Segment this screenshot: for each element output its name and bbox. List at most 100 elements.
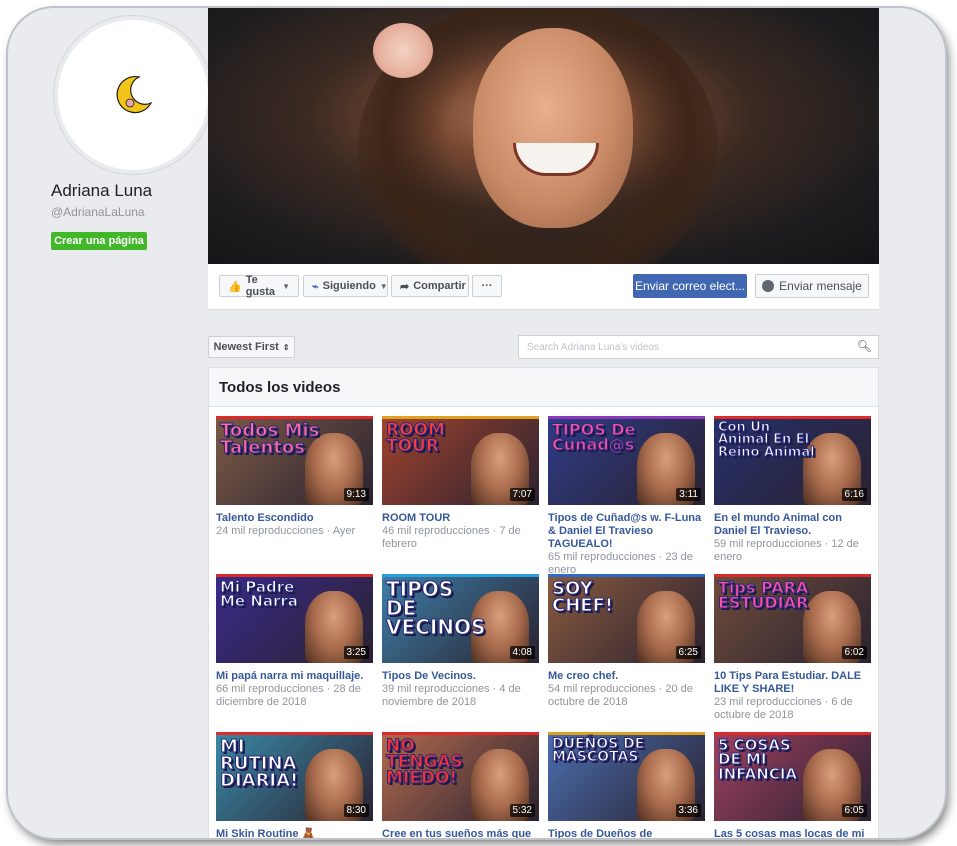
moon-logo-icon [116,75,153,114]
video-duration: 9:13 [343,488,369,501]
video-card[interactable]: TIPOS DE VECINOS 4:08 Tipos De Vecinos. 39 … [382,574,539,709]
video-title[interactable]: Tipos De Vecinos. [382,670,539,683]
search-icon[interactable]: 🔍︎ [857,339,872,353]
video-title[interactable]: Mi papá narra mi maquillaje. [216,670,373,683]
thumbnail-accent-bar [382,416,539,419]
caret-down-icon: ▼ [282,281,290,291]
thumbnail-accent-bar [216,574,373,577]
sort-label: Newest First [213,341,279,353]
video-title[interactable]: Talento Escondido [216,512,373,525]
share-button[interactable]: ➦ Compartir [391,275,469,297]
messenger-icon [762,280,775,292]
video-thumbnail[interactable]: TIPOS De Cuñad@s 3:11 [548,416,705,505]
video-title[interactable]: Tipos de Cuñad@s w. F-Luna & Daniel El T… [548,512,705,551]
like-label: Te gusta [245,274,276,298]
thumbnail-accent-bar [216,732,373,735]
thumbnail-accent-bar [714,732,871,735]
video-thumbnail[interactable]: ROOM TOUR 7:07 [382,416,539,505]
video-duration: 3:11 [676,488,701,501]
video-meta: 59 mil reproducciones · 12 de enero [714,538,859,563]
video-title[interactable]: En el mundo Animal con Daniel El Travies… [714,512,871,538]
video-duration: 3:36 [675,804,701,817]
video-card[interactable]: NO TENGAS MIEDO! 5:32 Cree en tus sueños m… [382,732,539,838]
thumbnail-accent-bar [548,416,705,419]
thumbnail-text: Tips PARA ESTUDIAR [718,578,809,613]
video-search-box[interactable]: 🔍︎ [518,335,879,359]
like-button[interactable]: 👍 Te gusta ▼ [219,274,299,298]
profile-avatar[interactable] [54,16,212,174]
videos-panel: Todos los videos Todos Mis Talentos 9:13 T… [208,367,879,838]
video-title[interactable]: Me creo chef. [548,670,705,683]
video-card[interactable]: Todos Mis Talentos 9:13 Talento Escondido 2… [216,416,373,538]
thumbnail-text: 5 COSAS DE MI INFANCIA [718,736,798,783]
share-label: Compartir [413,280,466,292]
thumbnail-text: Todos Mis Talentos [220,420,320,459]
video-thumbnail[interactable]: MI RUTINA DIARIA! 8:30 [216,732,373,821]
video-title[interactable]: Las 5 cosas mas locas de mi [714,828,871,838]
thumbnail-text: SOY CHEF! [552,578,614,617]
video-duration: 6:02 [841,646,867,659]
video-meta: 39 mil reproducciones · 4 de noviembre d… [382,683,521,708]
email-button[interactable]: Enviar correo elect... [633,274,747,298]
thumbnail-accent-bar [714,416,871,419]
video-thumbnail[interactable]: Tips PARA ESTUDIAR 6:02 [714,574,871,663]
thumbnail-accent-bar [714,574,871,577]
video-thumbnail[interactable]: TIPOS DE VECINOS 4:08 [382,574,539,663]
page-action-bar: 👍 Te gusta ▼ ⌁ Siguiendo ▼ ➦ Compartir ·… [208,264,879,310]
video-card[interactable]: TIPOS De Cuñad@s 3:11 Tipos de Cuñad@s w. … [548,416,705,577]
rss-icon: ⌁ [312,280,319,293]
thumbnail-accent-bar [216,416,373,419]
video-card[interactable]: Mi Padre Me Narra 3:25 Mi papá narra mi ma… [216,574,373,709]
video-thumbnail[interactable]: DUEÑOS DE MASCOTAS 3:36 [548,732,705,821]
video-card[interactable]: Con Un Animal En El Reino Animal 6:16 En e… [714,416,871,564]
video-card[interactable]: SOY CHEF! 6:25 Me creo chef. 54 mil reprodu… [548,574,705,709]
video-card[interactable]: MI RUTINA DIARIA! 8:30 Mi Skin Routine 🧸 [216,732,373,838]
video-duration: 4:08 [509,646,535,659]
sort-dropdown[interactable]: Newest First ⇕ [208,336,295,358]
thumbnail-text: TIPOS De Cuñad@s [552,420,636,455]
video-title[interactable]: 10 Tips Para Estudiar. DALE LIKE Y SHARE… [714,670,871,696]
video-title[interactable]: Cree en tus sueños más que en [382,828,539,838]
thumbs-up-icon: 👍 [228,280,242,293]
page-name[interactable]: Adriana Luna [51,181,152,201]
thumbnail-text: MI RUTINA DIARIA! [220,736,299,792]
video-title[interactable]: Mi Skin Routine 🧸 [216,828,373,838]
video-thumbnail[interactable]: Mi Padre Me Narra 3:25 [216,574,373,663]
video-title[interactable]: ROOM TOUR [382,512,539,525]
video-title[interactable]: Tipos de Dueños de Mascotas. [548,828,705,838]
create-page-button[interactable]: Crear una página [51,232,147,250]
page-handle[interactable]: @AdrianaLaLuna [51,205,145,219]
cover-flower [373,23,433,78]
following-button[interactable]: ⌁ Siguiendo ▼ [303,275,388,297]
video-card[interactable]: ROOM TOUR 7:07 ROOM TOUR 46 mil reproduccio… [382,416,539,551]
video-thumbnail[interactable]: SOY CHEF! 6:25 [548,574,705,663]
thumbnail-accent-bar [382,732,539,735]
video-meta: 46 mil reproducciones · 7 de febrero [382,525,521,550]
page-frame: Adriana Luna @AdrianaLaLuna Crear una pá… [8,8,945,838]
video-duration: 6:25 [675,646,701,659]
thumbnail-text: Con Un Animal En El Reino Animal [718,420,816,460]
thumbnail-accent-bar [548,732,705,735]
caret-down-icon: ▼ [379,281,388,291]
video-card[interactable]: Tips PARA ESTUDIAR 6:02 10 Tips Para Estud… [714,574,871,722]
video-thumbnail[interactable]: 5 COSAS DE MI INFANCIA 6:05 [714,732,871,821]
thumbnail-text: Mi Padre Me Narra [220,578,299,611]
more-options-button[interactable]: ··· [472,275,502,297]
video-meta: 24 mil reproducciones · Ayer [216,525,356,537]
video-duration: 3:25 [343,646,369,659]
section-title: Todos los videos [209,368,878,407]
video-duration: 8:30 [343,804,369,817]
video-search-input[interactable] [525,336,849,358]
video-thumbnail[interactable]: Con Un Animal En El Reino Animal 6:16 [714,416,871,505]
send-message-button[interactable]: Enviar mensaje [755,274,869,298]
video-card[interactable]: 5 COSAS DE MI INFANCIA 6:05 Las 5 cosas ma… [714,732,871,838]
cover-photo[interactable] [208,8,879,264]
following-label: Siguiendo [322,280,376,292]
video-thumbnail[interactable]: NO TENGAS MIEDO! 5:32 [382,732,539,821]
video-meta: 23 mil reproducciones · 6 de octubre de … [714,696,853,721]
send-message-label: Enviar mensaje [779,279,862,293]
video-thumbnail[interactable]: Todos Mis Talentos 9:13 [216,416,373,505]
video-card[interactable]: DUEÑOS DE MASCOTAS 3:36 Tipos de Dueños de… [548,732,705,838]
video-duration: 7:07 [509,488,535,501]
sort-updown-icon: ⇕ [282,342,290,352]
